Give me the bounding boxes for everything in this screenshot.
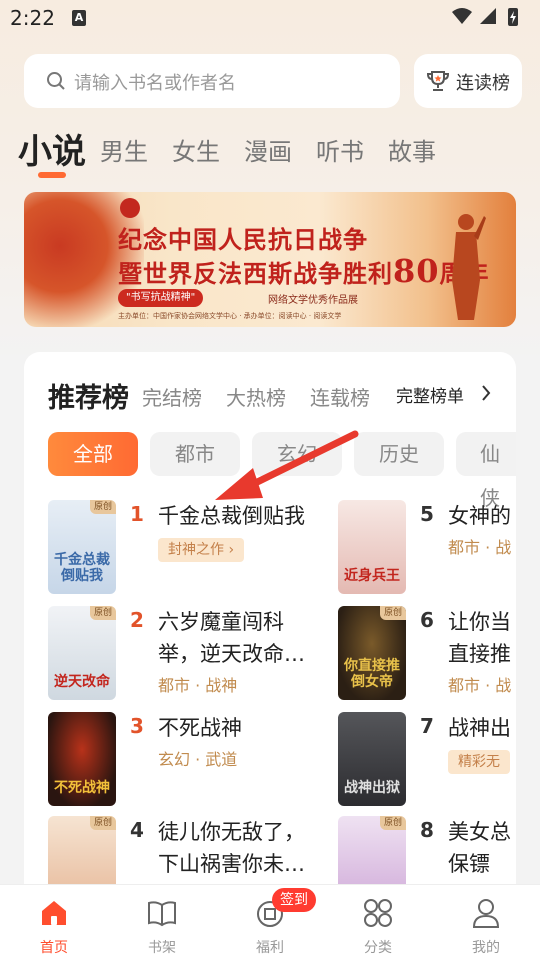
book-item-7[interactable]: 战神出狱 7 战神出 精彩无 (338, 712, 516, 808)
banner-pill: "书写抗战精神" (118, 289, 204, 307)
emblem-icon (120, 198, 140, 218)
book-title: 徒儿你无敌了，下山祸害你未… (158, 820, 305, 876)
tab-recommended[interactable]: 推荐榜 (48, 376, 129, 415)
banner-title-line1: 纪念中国人民抗日战争 (118, 225, 368, 254)
nav-category-label: 分类 (364, 940, 392, 956)
book-item-5[interactable]: 近身兵王 5 女神的 都市 · 战 (338, 500, 516, 596)
book-item-1[interactable]: 原创 千金总裁倒贴我 1 千金总裁倒贴我 封神之作 › (48, 500, 318, 596)
book-meta: 玄幻 · 武道 (158, 750, 238, 769)
book-meta: 都市 · 战神 (158, 676, 238, 695)
search-placeholder: 请输入书名或作者名 (74, 73, 236, 94)
book-title: 美女总保镖 (448, 820, 511, 876)
book-title: 战神出 (448, 716, 511, 740)
search-icon (47, 72, 65, 90)
cover-title: 你直接推倒女帝 (344, 658, 400, 690)
genre-all[interactable]: 全部 (48, 432, 138, 476)
status-bar: 2:22 A (0, 0, 540, 36)
book-tag: 封神之作 › (158, 538, 245, 562)
tab-novel[interactable]: 小说 (18, 124, 86, 173)
signal-icon (480, 8, 496, 24)
person-icon (472, 899, 500, 928)
nav-welfare-label: 福利 (256, 940, 284, 956)
book-meta: 都市 · 战 (448, 676, 512, 695)
wifi-icon (452, 8, 472, 24)
book-title: 不死战神 (158, 716, 242, 740)
book-meta: 都市 · 战 (448, 538, 512, 557)
trophy-icon (426, 71, 450, 91)
nav-bookshelf-label: 书架 (148, 940, 176, 956)
rank-number: 5 (420, 502, 434, 526)
tab-female[interactable]: 女生 (172, 132, 220, 167)
book-cover: 近身兵王 (338, 500, 406, 594)
status-icons (452, 8, 518, 26)
tab-completed[interactable]: 完结榜 (142, 382, 202, 411)
tab-audiobook[interactable]: 听书 (316, 132, 364, 167)
tab-comic[interactable]: 漫画 (244, 132, 292, 167)
cover-title: 不死战神 (54, 780, 110, 796)
cover-title: 千金总裁倒贴我 (54, 552, 110, 584)
banner-title-line2: 暨世界反法西斯战争胜利80周年 (118, 252, 490, 290)
tab-hot[interactable]: 大热榜 (226, 382, 286, 411)
original-badge: 原创 (379, 816, 406, 830)
nav-profile-label: 我的 (472, 940, 500, 956)
cover-title: 近身兵王 (344, 568, 400, 584)
nav-profile[interactable]: 我的 (432, 885, 540, 960)
status-time: 2:22 (10, 6, 55, 30)
book-cover: 原创 千金总裁倒贴我 (48, 500, 116, 594)
active-tab-indicator (38, 172, 66, 178)
book-item-6[interactable]: 原创 你直接推倒女帝 6 让你当直接推 都市 · 战 (338, 606, 516, 702)
app-notification-icon: A (72, 10, 86, 26)
promo-banner[interactable]: 纪念中国人民抗日战争 暨世界反法西斯战争胜利80周年 "书写抗战精神" 网络文学… (24, 192, 516, 327)
book-title: 女神的 (448, 504, 511, 528)
reading-rank-button[interactable]: 连读榜 (414, 54, 522, 108)
original-badge: 原创 (89, 816, 116, 830)
grid-icon (364, 899, 392, 927)
bottom-navigation: 首页 书架 福利 分类 我的 (0, 884, 540, 960)
banner-pill-tail: 网络文学优秀作品展 (268, 295, 358, 306)
rank-number: 2 (130, 608, 144, 632)
annotation-arrow-icon (215, 430, 359, 500)
rank-number: 4 (130, 818, 144, 842)
cover-title: 逆天改命 (54, 674, 110, 690)
book-cover: 战神出狱 (338, 712, 406, 806)
original-badge: 原创 (89, 606, 116, 620)
soldier-silhouette-icon (452, 214, 486, 320)
rank-number: 7 (420, 714, 434, 738)
original-badge: 原创 (89, 500, 116, 514)
nav-category[interactable]: 分类 (324, 885, 432, 960)
book-tag: 精彩无 (448, 750, 510, 774)
rank-number: 6 (420, 608, 434, 632)
book-item-3[interactable]: 不死战神 3 不死战神 玄幻 · 武道 (48, 712, 318, 808)
banner-line2-number: 80 (393, 252, 440, 290)
sign-in-badge[interactable]: 签到 (272, 888, 316, 912)
banner-line2-prefix: 暨世界反法西斯战争胜利 (118, 259, 393, 288)
nav-home-label: 首页 (40, 940, 68, 956)
book-cover: 原创 逆天改命 (48, 606, 116, 700)
search-input[interactable]: 请输入书名或作者名 (24, 54, 400, 108)
nav-home[interactable]: 首页 (0, 885, 108, 960)
tab-male[interactable]: 男生 (100, 132, 148, 167)
book-cover: 原创 你直接推倒女帝 (338, 606, 406, 700)
book-cover: 不死战神 (48, 712, 116, 806)
rank-number: 8 (420, 818, 434, 842)
cover-title: 战神出狱 (344, 780, 400, 796)
book-title: 六岁魔童闯科举，逆天改命… (158, 610, 305, 666)
book-item-2[interactable]: 原创 逆天改命 2 六岁魔童闯科举，逆天改命… 都市 · 战神 (48, 606, 318, 702)
rank-number: 3 (130, 714, 144, 738)
banner-sponsor: 主办单位：中国作家协会网络文学中心 · 承办单位：阅读中心 · 阅读文学 (118, 312, 342, 320)
reading-rank-label: 连读榜 (456, 73, 510, 94)
original-badge: 原创 (379, 606, 406, 620)
book-title: 让你当直接推 (448, 610, 511, 666)
nav-bookshelf[interactable]: 书架 (108, 885, 216, 960)
book-icon (148, 901, 176, 927)
tab-story[interactable]: 故事 (388, 132, 436, 167)
home-icon (42, 901, 66, 925)
rank-number: 1 (130, 502, 144, 526)
